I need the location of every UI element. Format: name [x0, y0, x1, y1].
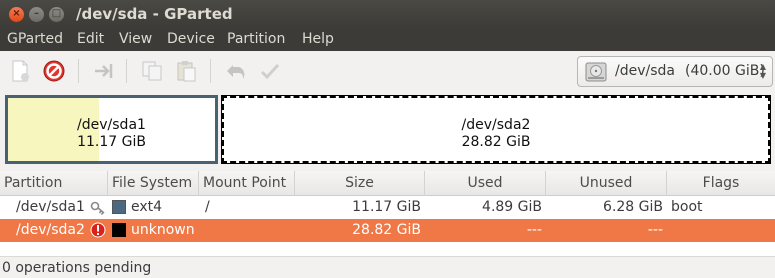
cell-filesystem: unknown	[131, 222, 195, 238]
cell-used: ---	[526, 222, 542, 238]
diskmap-partition-sda2[interactable]: /dev/sda2 28.82 GiB	[221, 95, 771, 164]
disk-map: /dev/sda1 11.17 GiB /dev/sda2 28.82 GiB	[0, 91, 775, 169]
cell-mount-point: /	[205, 199, 210, 215]
device-selector[interactable]: /dev/sda (40.00 GiB) ▲ ▼	[577, 56, 773, 87]
paste-icon[interactable]	[174, 59, 198, 83]
column-header-used[interactable]: Used	[425, 171, 546, 196]
device-path: /dev/sda	[615, 63, 675, 79]
status-bar: 0 operations pending	[0, 256, 775, 278]
cell-size: 28.82 GiB	[352, 222, 421, 238]
filesystem-color-swatch	[112, 223, 126, 237]
menu-view[interactable]: View	[119, 31, 152, 47]
copy-icon[interactable]	[140, 59, 164, 83]
toolbar-separator	[126, 59, 127, 83]
menu-edit[interactable]: Edit	[77, 31, 104, 47]
menu-device[interactable]: Device	[167, 31, 215, 47]
maximize-window-button[interactable]: □	[49, 7, 64, 22]
apply-icon[interactable]	[258, 59, 282, 83]
device-size: (40.00 GiB)	[684, 63, 765, 79]
title-bar: × – □ /dev/sda - GParted	[0, 0, 775, 29]
diskmap-partition-name: /dev/sda1	[77, 117, 146, 133]
device-label: /dev/sda (40.00 GiB)	[615, 63, 765, 79]
column-header-filesystem[interactable]: File System	[108, 171, 199, 196]
column-header-mount-point[interactable]: Mount Point	[199, 171, 295, 196]
table-row[interactable]: /dev/sda1 ext4 / 11.17 GiB 4.89 GiB 6.28…	[0, 196, 775, 219]
key-icon	[90, 196, 106, 219]
cell-partition: /dev/sda2	[16, 222, 85, 238]
table-row-selected[interactable]: /dev/sda2 unknown 28.82 GiB --- ---	[0, 219, 775, 242]
undo-icon[interactable]	[224, 59, 248, 83]
error-icon	[90, 219, 106, 242]
diskmap-partition-size: 28.82 GiB	[461, 134, 531, 150]
cell-flags: boot	[671, 199, 703, 215]
diskmap-partition-sda1[interactable]: /dev/sda1 11.17 GiB	[5, 95, 218, 164]
window-title: /dev/sda - GParted	[76, 5, 233, 23]
cell-size: 11.17 GiB	[352, 199, 421, 215]
cell-filesystem: ext4	[131, 199, 163, 215]
table-header: Partition File System Mount Point Size U…	[0, 171, 775, 196]
cell-used: 4.89 GiB	[482, 199, 542, 215]
minimize-window-button[interactable]: –	[29, 7, 44, 22]
resize-move-icon[interactable]	[92, 59, 116, 83]
close-window-button[interactable]: ×	[9, 7, 24, 22]
menu-partition[interactable]: Partition	[227, 31, 285, 47]
menu-help[interactable]: Help	[302, 31, 334, 47]
column-header-flags[interactable]: Flags	[667, 171, 775, 196]
toolbar-separator	[78, 59, 79, 83]
column-header-partition[interactable]: Partition	[0, 171, 108, 196]
hard-disk-icon	[584, 60, 608, 84]
new-partition-icon[interactable]	[8, 59, 32, 83]
diskmap-partition-size: 11.17 GiB	[77, 134, 146, 150]
chevron-updown-icon: ▲ ▼	[759, 62, 766, 80]
menu-bar: GParted Edit View Device Partition Help	[0, 29, 775, 51]
toolbar-separator	[210, 59, 211, 83]
toolbar: /dev/sda (40.00 GiB) ▲ ▼	[0, 51, 775, 91]
cell-unused: ---	[647, 222, 663, 238]
status-text: 0 operations pending	[2, 260, 152, 276]
column-header-size[interactable]: Size	[295, 171, 425, 196]
filesystem-color-swatch	[112, 200, 126, 214]
cell-partition: /dev/sda1	[16, 199, 85, 215]
menu-gparted[interactable]: GParted	[7, 31, 63, 47]
column-header-unused[interactable]: Unused	[546, 171, 667, 196]
partition-table: Partition File System Mount Point Size U…	[0, 171, 775, 256]
cell-unused: 6.28 GiB	[603, 199, 663, 215]
diskmap-partition-name: /dev/sda2	[461, 117, 531, 133]
delete-icon[interactable]	[42, 59, 66, 83]
